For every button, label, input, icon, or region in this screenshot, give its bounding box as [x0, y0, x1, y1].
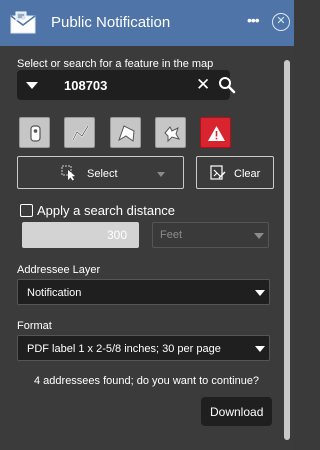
select-features-icon: [61, 165, 75, 181]
format-select[interactable]: PDF label 1 x 2-5/8 inches; 30 per page: [17, 335, 270, 361]
point-tool-icon: [30, 125, 41, 142]
chevron-down-icon: [255, 290, 265, 296]
distance-unit-select[interactable]: Feet: [152, 222, 269, 248]
warning-tool-button[interactable]: [200, 117, 231, 148]
warning-tool-icon: [208, 126, 225, 141]
chevron-down-icon[interactable]: [157, 172, 165, 177]
chevron-down-icon: [254, 233, 264, 239]
status-message: 4 addressees found; do you want to conti…: [34, 375, 260, 387]
clear-selection-icon: [210, 165, 226, 180]
chevron-down-icon: [255, 346, 265, 352]
panel-body: [0, 46, 294, 450]
feature-search-label: Select or search for a feature in the ma…: [17, 58, 214, 70]
select-button-label: Select: [87, 168, 118, 180]
line-tool-icon: [72, 125, 89, 141]
clear-search-icon[interactable]: ✕: [196, 75, 210, 95]
addressee-layer-label: Addressee Layer: [17, 264, 101, 276]
more-options-icon[interactable]: •••: [247, 12, 261, 32]
select-button[interactable]: Select: [17, 156, 184, 189]
feature-search-box[interactable]: 108703 ✕: [17, 70, 236, 100]
format-value: PDF label 1 x 2-5/8 inches; 30 per page: [27, 343, 221, 355]
addressee-layer-value: Notification: [27, 287, 82, 299]
scrollbar[interactable]: [284, 60, 290, 440]
format-label: Format: [17, 320, 52, 332]
clear-button[interactable]: Clear: [196, 156, 274, 189]
search-distance-input[interactable]: 300: [22, 222, 139, 248]
search-icon[interactable]: [218, 76, 236, 94]
envelope-map-icon: [10, 11, 36, 34]
search-distance-value: 300: [106, 228, 127, 242]
point-tool-button[interactable]: [19, 117, 50, 148]
polygon-tool-icon: [118, 125, 135, 142]
download-button-label: Download: [210, 405, 264, 419]
close-icon[interactable]: ✕: [272, 13, 290, 31]
panel-title: Public Notification: [51, 14, 171, 31]
chevron-down-icon[interactable]: [26, 82, 38, 89]
search-distance-label: Apply a search distance: [37, 203, 176, 218]
line-tool-button[interactable]: [64, 117, 95, 148]
download-button[interactable]: Download: [201, 397, 272, 426]
search-input[interactable]: 108703: [64, 78, 107, 93]
clear-button-label: Clear: [234, 168, 261, 180]
distance-unit-value: Feet: [160, 229, 183, 241]
polygon-tool-button[interactable]: [110, 117, 141, 148]
freehand-tool-icon: [164, 126, 181, 143]
freehand-tool-button[interactable]: [155, 117, 186, 148]
addressee-layer-select[interactable]: Notification: [17, 279, 270, 305]
panel-header: Public Notification ••• ✕: [0, 0, 294, 46]
search-distance-checkbox[interactable]: [20, 204, 33, 217]
